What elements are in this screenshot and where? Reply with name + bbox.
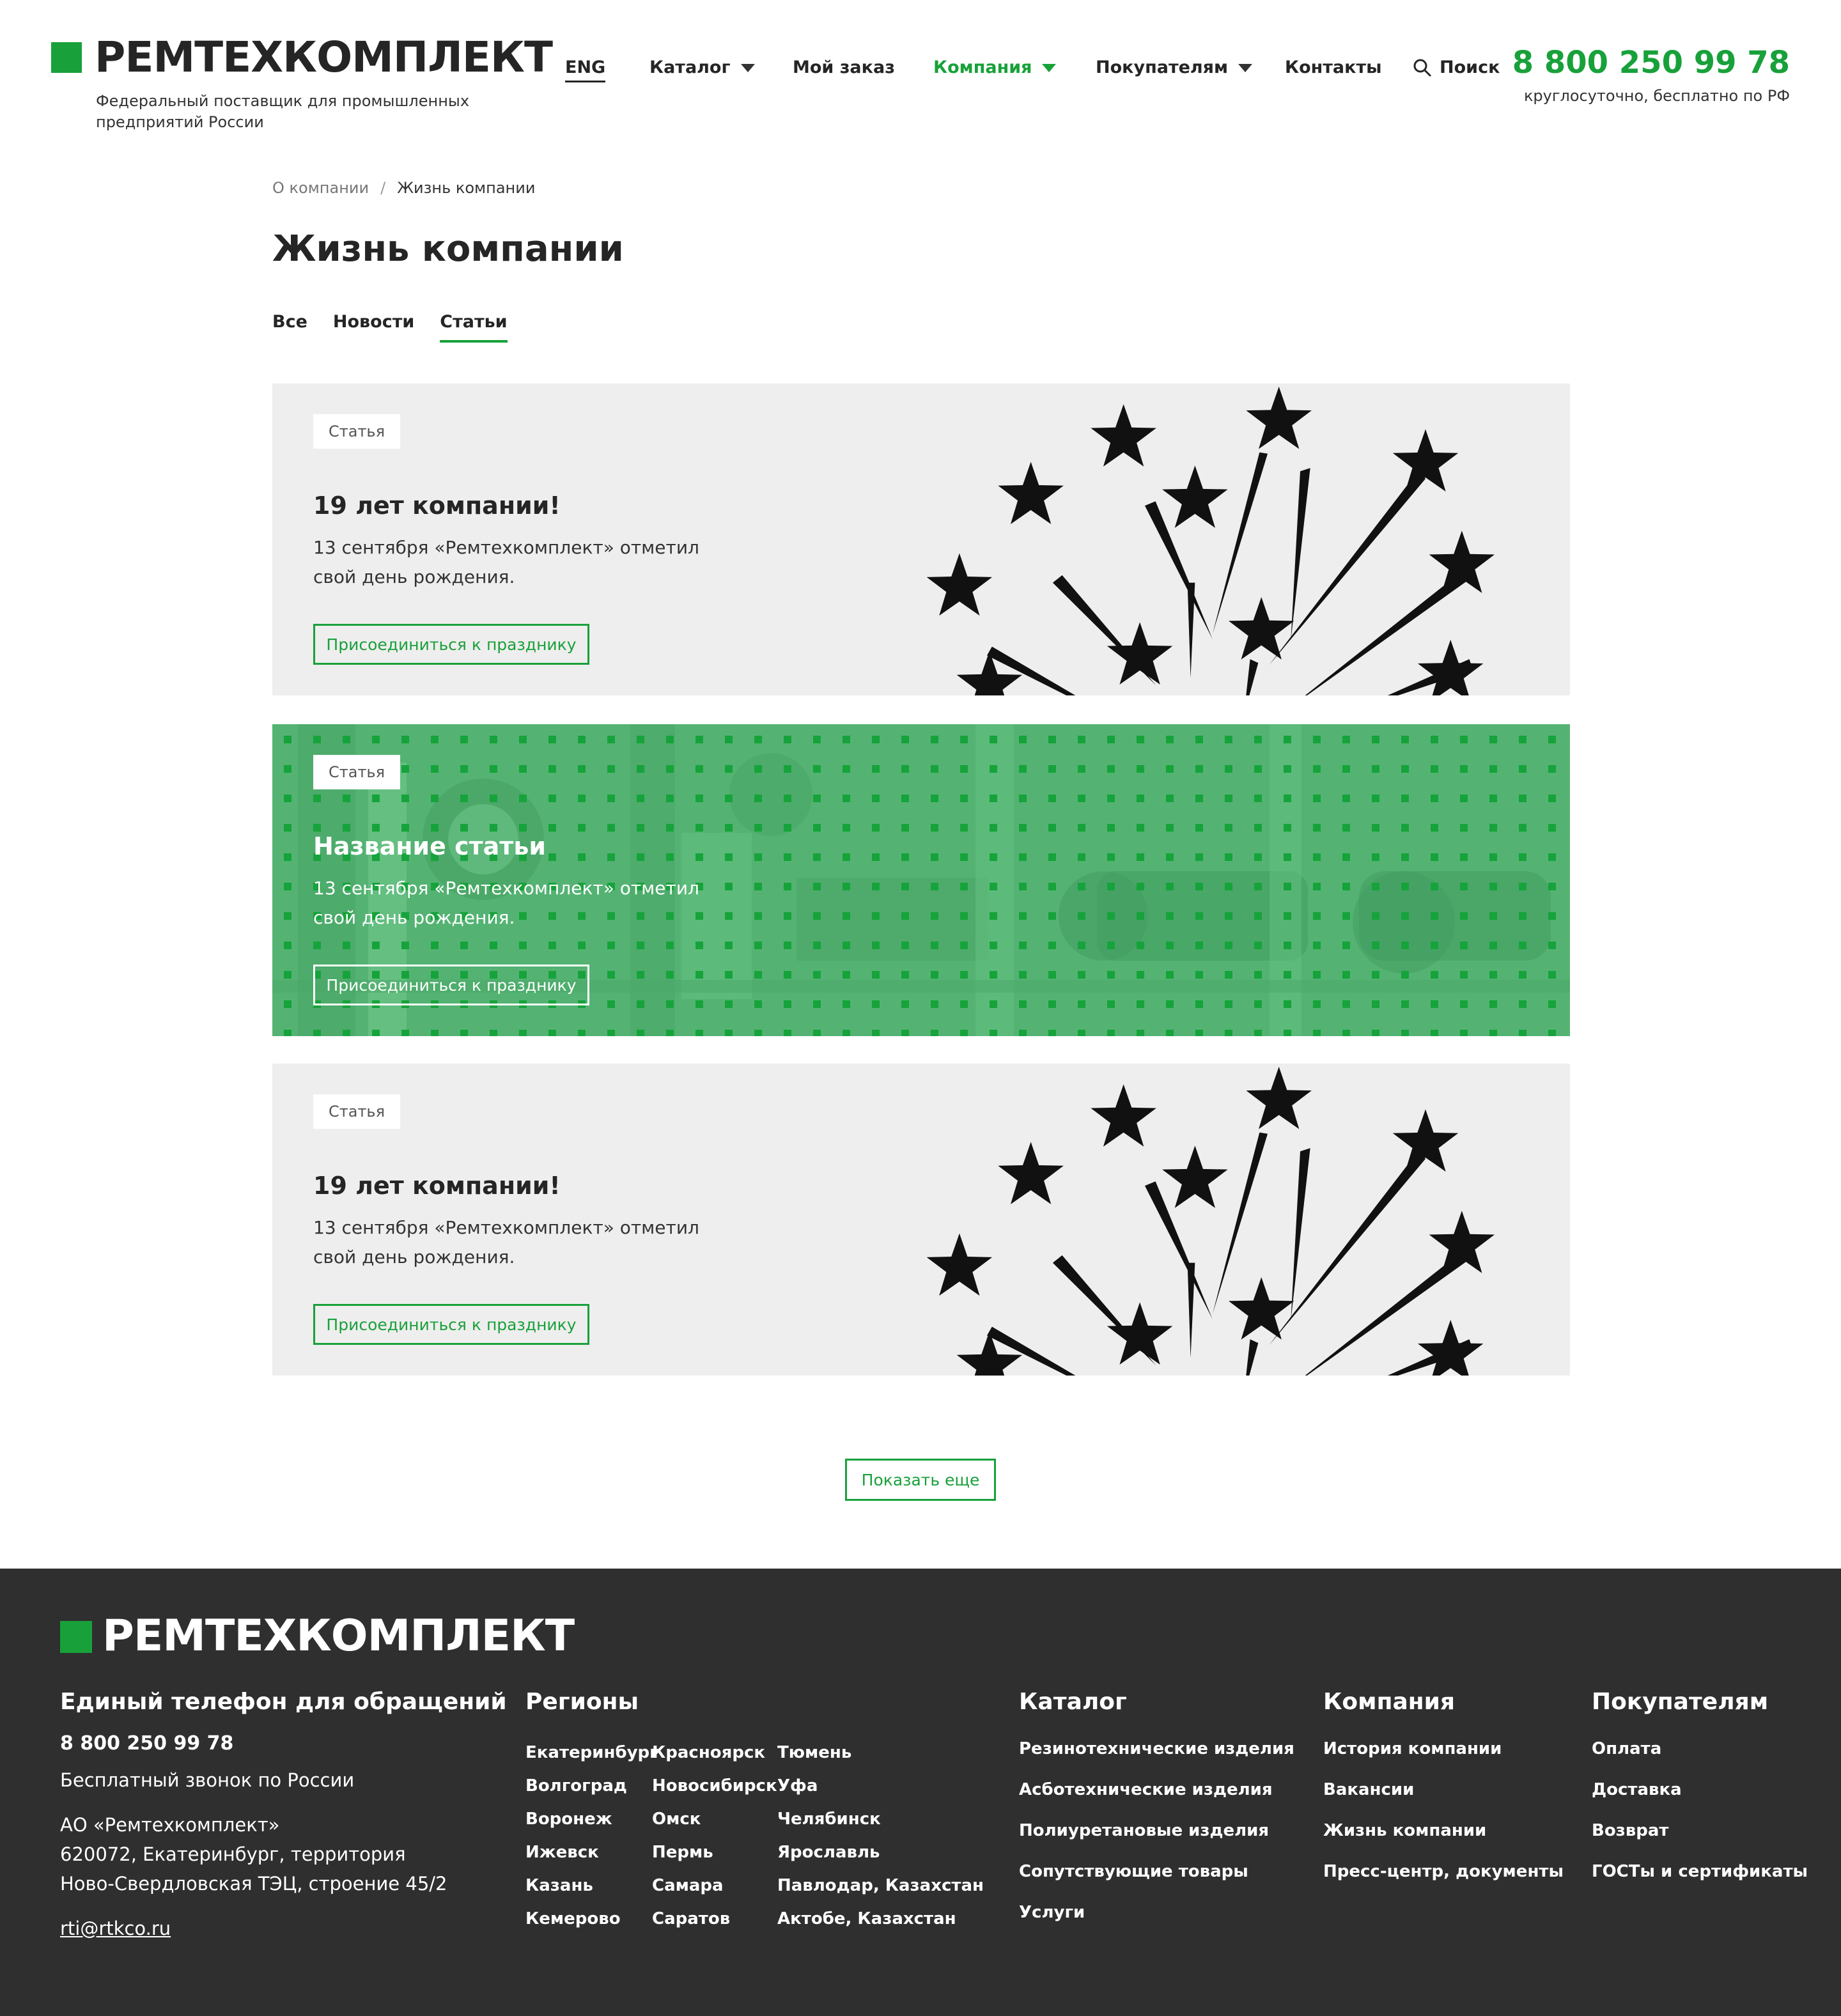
- nav-lang-label: ENG: [565, 56, 606, 82]
- article-summary: 13 сентября «Ремтехкомплект» отметил сво…: [313, 537, 699, 587]
- footer-company-link[interactable]: Пресс-центр, документы: [1323, 1859, 1564, 1884]
- breadcrumb: О компании / Жизнь компании: [272, 178, 535, 198]
- article-type-badge: Статья: [313, 414, 401, 449]
- fireworks-stars-illustration: [912, 384, 1570, 695]
- footer-catalog-link[interactable]: Услуги: [1019, 1900, 1085, 1925]
- logo[interactable]: РЕМТЕХКОМПЛЕКТ: [95, 32, 553, 83]
- article-summary: 13 сентября «Ремтехкомплект» отметил сво…: [313, 1217, 699, 1268]
- chevron-down-icon: [1238, 63, 1253, 72]
- footer-catalog-link[interactable]: Полиуретановые изделия: [1019, 1818, 1269, 1843]
- header-phone[interactable]: 8 800 250 99 78: [1512, 43, 1790, 82]
- footer-catalog-link[interactable]: Резинотехнические изделия: [1019, 1736, 1294, 1762]
- footer-catalog-link[interactable]: Сопутствующие товары: [1019, 1859, 1248, 1884]
- show-more-button[interactable]: Показать еще: [845, 1459, 996, 1501]
- article-type-badge: Статья: [313, 755, 401, 789]
- region-link[interactable]: Пермь: [652, 1840, 713, 1865]
- footer-catalog-link[interactable]: Асботехнические изделия: [1019, 1777, 1273, 1803]
- region-link[interactable]: Челябинск: [777, 1806, 881, 1832]
- region-link[interactable]: Омск: [652, 1806, 701, 1832]
- nav-company-label: Компания: [933, 58, 1032, 77]
- nav-catalog-label: Каталог: [649, 58, 731, 77]
- article-card[interactable]: Статья 19 лет компании! 13 сентября «Рем…: [272, 384, 1570, 695]
- region-link[interactable]: Самара: [652, 1873, 724, 1898]
- footer-buyers-link[interactable]: Оплата: [1592, 1736, 1661, 1762]
- region-link[interactable]: Уфа: [777, 1773, 818, 1799]
- region-link[interactable]: Павлодар, Казахстан: [777, 1873, 984, 1898]
- tab-news[interactable]: Новости: [333, 309, 414, 343]
- nav-buyers-label: Покупателям: [1096, 58, 1229, 77]
- tab-bar: Все Новости Статьи: [272, 309, 508, 343]
- nav-search[interactable]: Поиск: [1413, 56, 1500, 79]
- search-icon: [1413, 59, 1431, 77]
- region-link[interactable]: Актобе, Казахстан: [777, 1906, 956, 1932]
- article-title[interactable]: 19 лет компании!: [313, 490, 561, 522]
- footer-contact-heading: Единый телефон для обращений: [60, 1689, 507, 1715]
- footer-phone-note: Бесплатный звонок по России: [60, 1769, 355, 1791]
- region-link[interactable]: Екатеринбург: [525, 1740, 658, 1765]
- footer-buyers-link[interactable]: Возврат: [1592, 1818, 1668, 1843]
- footer-company-link[interactable]: История компании: [1323, 1736, 1502, 1762]
- join-celebration-button[interactable]: Присоединиться к празднику: [313, 624, 589, 665]
- footer-logo-square-icon[interactable]: [60, 1621, 92, 1653]
- region-link[interactable]: Волгоград: [525, 1773, 627, 1799]
- breadcrumb-separator: /: [380, 179, 386, 197]
- footer-buyers-link[interactable]: Доставка: [1592, 1777, 1682, 1803]
- chevron-down-icon: [1042, 63, 1057, 72]
- nav-contacts-label: Контакты: [1285, 58, 1382, 77]
- region-link[interactable]: Воронеж: [525, 1806, 612, 1832]
- nav-buyers[interactable]: Покупателям: [1096, 56, 1253, 79]
- nav-my-order-label: Мой заказ: [793, 58, 895, 77]
- join-celebration-button[interactable]: Присоединиться к празднику: [313, 965, 589, 1005]
- breadcrumb-current: Жизнь компании: [397, 179, 536, 197]
- footer: РЕМТЕХКОМПЛЕКТ Единый телефон для обраще…: [0, 1569, 1841, 2016]
- nav-lang-switch[interactable]: ENG: [565, 56, 606, 82]
- footer-address-line: 620072, Екатеринбург, территория: [60, 1843, 406, 1865]
- footer-regions-heading: Регионы: [525, 1689, 639, 1715]
- region-link[interactable]: Новосибирск: [652, 1773, 777, 1799]
- footer-company-link[interactable]: Вакансии: [1323, 1777, 1414, 1803]
- nav-catalog[interactable]: Каталог: [649, 56, 755, 79]
- fireworks-stars-illustration: [912, 1064, 1570, 1376]
- nav-search-label: Поиск: [1440, 58, 1500, 77]
- logo-tagline: Федеральный поставщик для промышленных п…: [96, 92, 470, 131]
- tab-all[interactable]: Все: [272, 309, 307, 343]
- article-title[interactable]: 19 лет компании!: [313, 1170, 561, 1202]
- logo-square-icon[interactable]: [51, 42, 82, 73]
- article-card[interactable]: Статья Название статьи 13 сентября «Ремт…: [272, 724, 1570, 1036]
- page-title: Жизнь компании: [272, 228, 624, 270]
- header-phone-note: круглосуточно, бесплатно по РФ: [1523, 87, 1790, 105]
- region-link[interactable]: Красноярск: [652, 1740, 765, 1765]
- region-link[interactable]: Ижевск: [525, 1840, 599, 1865]
- nav-company[interactable]: Компания: [933, 56, 1057, 79]
- footer-address-line: Ново-Свердловская ТЭЦ, строение 45/2: [60, 1873, 447, 1895]
- footer-company-heading: Компания: [1323, 1689, 1455, 1715]
- footer-company-link[interactable]: Жизнь компании: [1323, 1818, 1486, 1843]
- footer-buyers-heading: Покупателям: [1592, 1689, 1769, 1715]
- nav-my-order[interactable]: Мой заказ: [793, 56, 895, 79]
- article-type-badge: Статья: [313, 1094, 401, 1129]
- footer-buyers-link[interactable]: ГОСТы и сертификаты: [1592, 1859, 1808, 1884]
- nav-contacts[interactable]: Контакты: [1285, 56, 1382, 79]
- article-summary: 13 сентября «Ремтехкомплект» отметил сво…: [313, 878, 699, 928]
- footer-company-name: АО «Ремтехкомплект»: [60, 1814, 280, 1836]
- footer-catalog-heading: Каталог: [1019, 1689, 1127, 1715]
- tab-articles[interactable]: Статьи: [440, 309, 508, 343]
- article-card[interactable]: Статья 19 лет компании! 13 сентября «Рем…: [272, 1064, 1570, 1376]
- region-link[interactable]: Тюмень: [777, 1740, 851, 1765]
- footer-email-link[interactable]: rti@rtkco.ru: [60, 1914, 171, 1943]
- region-link[interactable]: Саратов: [652, 1906, 730, 1932]
- breadcrumb-parent[interactable]: О компании: [272, 179, 369, 197]
- region-link[interactable]: Кемерово: [525, 1906, 621, 1932]
- footer-logo[interactable]: РЕМТЕХКОМПЛЕКТ: [102, 1611, 575, 1662]
- article-title[interactable]: Название статьи: [313, 830, 546, 862]
- join-celebration-button[interactable]: Присоединиться к празднику: [313, 1304, 589, 1345]
- region-link[interactable]: Ярославль: [777, 1840, 880, 1865]
- region-link[interactable]: Казань: [525, 1873, 593, 1898]
- footer-phone[interactable]: 8 800 250 99 78: [60, 1730, 233, 1758]
- chevron-down-icon: [740, 63, 755, 72]
